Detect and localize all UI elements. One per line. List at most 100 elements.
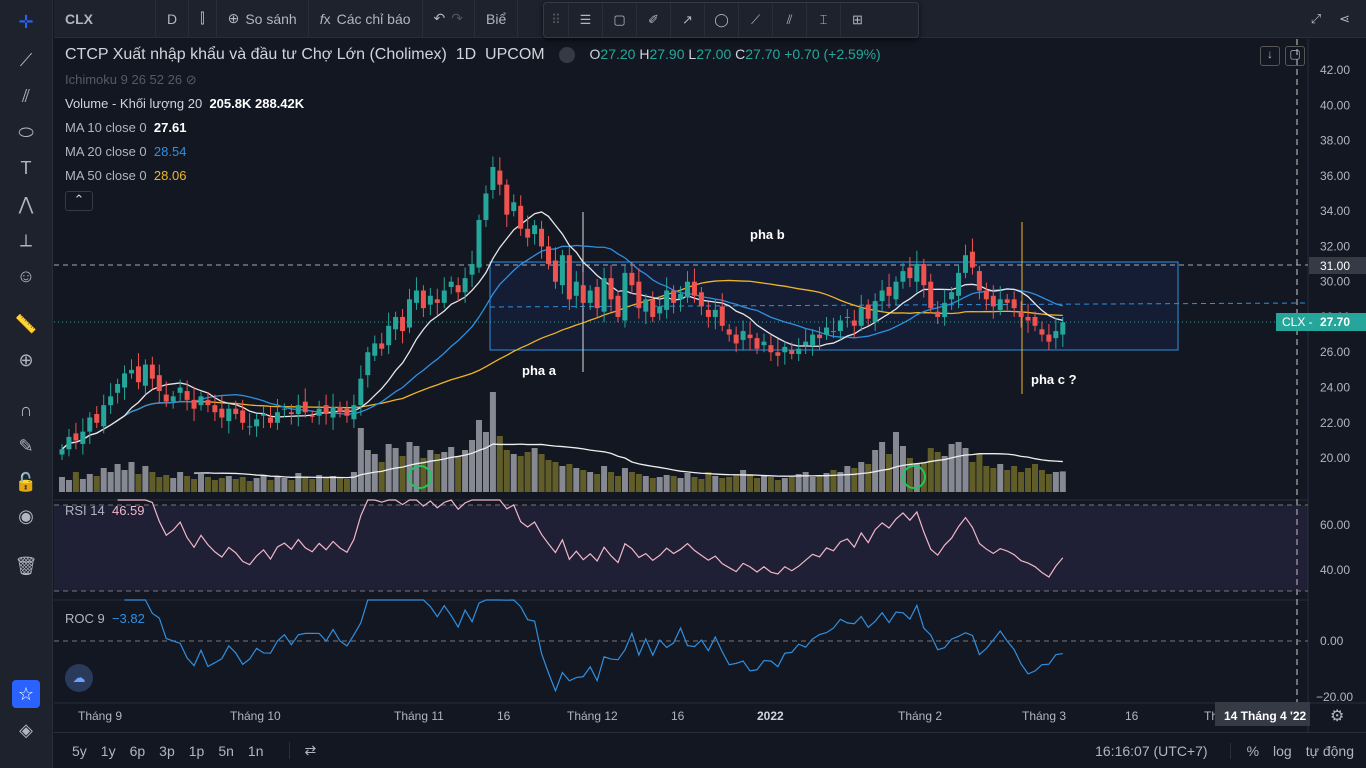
volume-bar bbox=[392, 448, 399, 492]
price-range-icon[interactable]: ⌶ bbox=[806, 3, 840, 37]
candle-body bbox=[448, 281, 454, 287]
volume-bar bbox=[59, 477, 65, 492]
volume-bar bbox=[621, 468, 628, 492]
candle-body bbox=[546, 246, 551, 265]
collapse-indicators-button[interactable]: ⌃ bbox=[65, 191, 93, 211]
forecast-icon[interactable]: ⟂ bbox=[12, 226, 40, 254]
candle-body bbox=[844, 316, 850, 318]
candle-body bbox=[177, 387, 183, 393]
volume-bar bbox=[142, 466, 149, 492]
range-6m[interactable]: 6p bbox=[130, 743, 146, 759]
log-toggle[interactable]: log bbox=[1273, 743, 1292, 759]
volume-bar bbox=[343, 479, 350, 492]
ma20-legend[interactable]: MA 20 close 0 28.54 bbox=[65, 144, 186, 159]
indicators-button[interactable]: fx Các chỉ báo bbox=[309, 0, 423, 38]
date-price-range-icon[interactable]: ⊞ bbox=[840, 3, 874, 37]
percent-toggle[interactable]: % bbox=[1229, 742, 1259, 759]
arrow-icon[interactable]: ↗ bbox=[670, 3, 704, 37]
favorites-star-icon[interactable]: ☆ bbox=[12, 680, 40, 708]
hidden-eye-icon[interactable]: ⊘ bbox=[186, 72, 197, 87]
volume-legend[interactable]: Volume - Khối lượng 20 205.8K 288.42K bbox=[65, 96, 304, 111]
symbol-search[interactable]: CLX bbox=[54, 0, 156, 38]
volume-bar bbox=[93, 476, 100, 492]
candle-body bbox=[420, 290, 426, 309]
range-3m[interactable]: 3p bbox=[159, 743, 175, 759]
candle-body bbox=[956, 272, 962, 296]
auto-scale-toggle[interactable]: tự động bbox=[1306, 743, 1354, 759]
volume-bar bbox=[156, 477, 163, 492]
fx-icon: fx bbox=[319, 10, 331, 27]
price-tick: 26.00 bbox=[1320, 345, 1350, 359]
settings-gear-icon[interactable]: ⚙ bbox=[1330, 706, 1344, 726]
text-icon[interactable]: T bbox=[12, 154, 40, 182]
candle-body bbox=[1011, 299, 1017, 309]
range-1y[interactable]: 1y bbox=[101, 743, 116, 759]
rectangle-icon[interactable]: ▢ bbox=[602, 3, 636, 37]
emoji-icon[interactable]: ☺ bbox=[12, 262, 40, 290]
parallel-channel-icon[interactable]: ⫽ bbox=[772, 3, 806, 37]
ruler-icon[interactable]: 📏 bbox=[12, 310, 40, 338]
range-1d[interactable]: 1n bbox=[248, 743, 264, 759]
layers-icon[interactable]: ◈ bbox=[12, 716, 40, 744]
rsi-legend[interactable]: RSI 14 46.59 bbox=[65, 503, 145, 518]
volume-bar bbox=[656, 477, 663, 492]
volume-bar bbox=[232, 479, 239, 492]
horizontal-lines-icon[interactable]: ☰ bbox=[568, 3, 602, 37]
interval-label: D bbox=[167, 10, 178, 27]
volume-bar bbox=[135, 474, 142, 492]
compare-button[interactable]: ⊕ So sánh bbox=[217, 0, 309, 38]
undo-icon[interactable]: ↶ bbox=[434, 10, 446, 27]
zoom-icon[interactable]: ⊕ bbox=[12, 346, 40, 374]
clock[interactable]: 16:16:07 (UTC+7) bbox=[1095, 743, 1207, 759]
price-tick: 42.00 bbox=[1320, 63, 1350, 77]
range-1m[interactable]: 1p bbox=[189, 743, 205, 759]
share-icon[interactable]: ⋖ bbox=[1339, 11, 1350, 27]
roc-legend[interactable]: ROC 9 −3.82 bbox=[65, 611, 145, 626]
volume-bar bbox=[225, 476, 232, 492]
candle-body bbox=[365, 352, 371, 376]
collapse-legend-icon[interactable] bbox=[559, 46, 576, 63]
brush-icon[interactable]: ✐ bbox=[636, 3, 670, 37]
callout-icon[interactable]: ◯ bbox=[704, 3, 738, 37]
candle-body bbox=[796, 348, 802, 355]
ichimoku-legend[interactable]: Ichimoku 9 26 52 26 ⊘ bbox=[65, 72, 197, 88]
trendline-icon[interactable]: ⟋ bbox=[12, 46, 40, 74]
chart-type-button[interactable]: ⫿ bbox=[189, 0, 217, 38]
volume-bar bbox=[281, 478, 288, 492]
chart-canvas[interactable]: 42.0040.0038.0036.0034.0032.0030.0028.00… bbox=[54, 39, 1366, 732]
maximize-pane-button[interactable]: ▢ bbox=[1285, 46, 1305, 66]
eye-icon[interactable]: ◉ bbox=[12, 502, 40, 530]
trash-icon[interactable]: 🗑 bbox=[12, 552, 40, 580]
scroll-down-button[interactable]: ↓ bbox=[1260, 46, 1280, 66]
volume-bar bbox=[1011, 466, 1018, 492]
symbol-title: CTCP Xuất nhập khẩu và đầu tư Chợ Lớn (C… bbox=[65, 46, 447, 63]
shapes-icon[interactable]: ⬭ bbox=[12, 118, 40, 146]
magnet-icon[interactable]: ∩ bbox=[12, 396, 40, 424]
volume-bar bbox=[608, 472, 615, 492]
candle-body bbox=[94, 413, 100, 423]
templates-button[interactable]: Biể bbox=[475, 0, 519, 38]
lock-icon[interactable]: 🔓 bbox=[12, 468, 40, 496]
range-5y[interactable]: 5y bbox=[72, 743, 87, 759]
drag-handle-icon[interactable]: ⠿ bbox=[544, 12, 568, 28]
volume-bar bbox=[698, 479, 705, 492]
crosshair-icon[interactable]: ✛ bbox=[12, 8, 40, 36]
ma50-legend[interactable]: MA 50 close 0 28.06 bbox=[65, 168, 186, 183]
interval-button[interactable]: D bbox=[156, 0, 190, 38]
candle-body bbox=[990, 295, 996, 307]
redo-icon[interactable]: ↷ bbox=[451, 10, 463, 27]
fib-icon[interactable]: ⫽ bbox=[12, 82, 40, 110]
ma10-legend[interactable]: MA 10 close 0 27.61 bbox=[65, 120, 186, 135]
goto-date-icon[interactable]: ⇄ bbox=[289, 742, 316, 759]
fullscreen-icon[interactable]: ⤢ bbox=[1311, 11, 1321, 27]
price-tick: 20.00 bbox=[1320, 451, 1350, 465]
tradingview-logo[interactable]: ☁ bbox=[65, 664, 93, 692]
volume-bar bbox=[712, 476, 719, 492]
range-5d[interactable]: 5n bbox=[218, 743, 234, 759]
price-tick: 34.00 bbox=[1320, 204, 1350, 218]
line-icon[interactable]: ⟋ bbox=[738, 3, 772, 37]
volume-bar bbox=[635, 474, 642, 492]
pattern-icon[interactable]: ⋀ bbox=[12, 190, 40, 218]
candle-body bbox=[156, 375, 162, 392]
lock-drawing-icon[interactable]: ✎ bbox=[12, 432, 40, 460]
